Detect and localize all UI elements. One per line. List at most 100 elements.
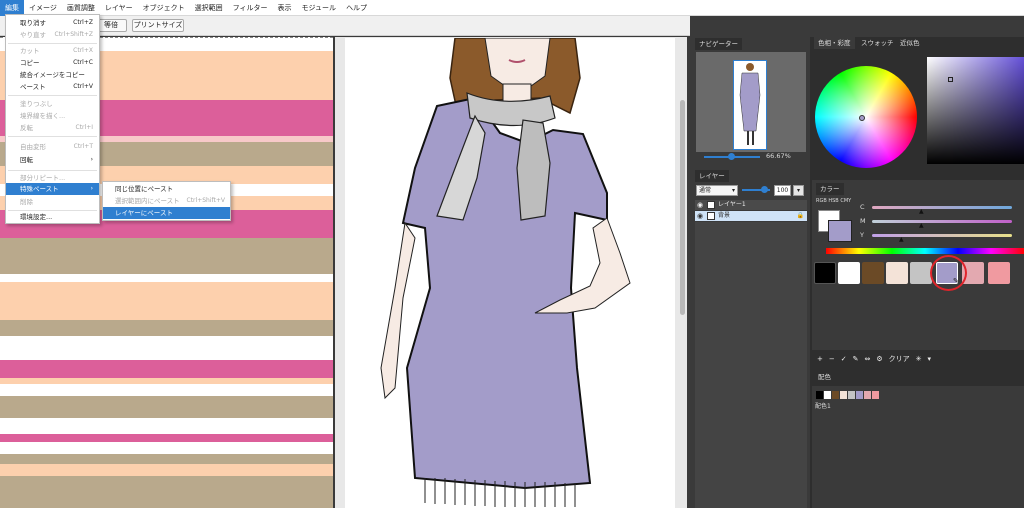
blend-mode-select[interactable]: 通常 ▾ <box>696 185 738 196</box>
fashion-illustration <box>380 38 631 507</box>
menu-copy[interactable]: コピー Ctrl+C <box>6 57 99 69</box>
navigator-thumbnail[interactable] <box>733 60 767 150</box>
stripe <box>0 360 333 378</box>
palette-color[interactable] <box>824 391 831 399</box>
palette-color[interactable] <box>816 391 823 399</box>
layer-thumbnail <box>707 212 715 220</box>
menu-selection[interactable]: 選択範囲 <box>190 0 228 16</box>
menu-fill[interactable]: 塗りつぶし <box>6 98 99 110</box>
eyedropper-icon[interactable]: ✎ <box>853 355 859 363</box>
menubar: 編集 イメージ 画質調整 レイヤー オブジェクト 選択範囲 フィルター 表示 モ… <box>0 0 1024 16</box>
zoom-slider-thumb[interactable] <box>728 153 735 160</box>
layer-name: 背景 <box>718 212 731 219</box>
menu-cut[interactable]: カット Ctrl+X <box>6 45 99 57</box>
tab-color[interactable]: カラー <box>816 183 844 195</box>
swap-icon[interactable]: ⇔ <box>865 355 871 363</box>
stripe <box>0 396 333 418</box>
menu-divider <box>8 136 97 137</box>
clear-button[interactable]: クリア <box>889 354 910 364</box>
opacity-input[interactable]: 100 <box>774 185 791 196</box>
swatch-toolbar: + − ✓ ✎ ⇔ ⚙ クリア ✳ ▾ <box>812 352 1024 366</box>
tab-similar-colors[interactable]: 近似色 <box>896 37 924 49</box>
tab-navigator[interactable]: ナビゲーター <box>695 38 742 50</box>
saturation-value-box[interactable] <box>927 57 1024 164</box>
tab-palette[interactable]: 配色 <box>814 371 835 383</box>
hue-spectrum-strip[interactable] <box>826 248 1024 254</box>
layer-row[interactable]: ◉ レイヤー1 <box>695 200 807 210</box>
chevron-right-icon: › <box>90 156 93 163</box>
canvas-scrollbar[interactable] <box>680 100 685 315</box>
menu-help[interactable]: ヘルプ <box>341 0 372 16</box>
sv-marker[interactable] <box>948 77 953 82</box>
print-size-button[interactable]: プリントサイズ <box>132 19 184 32</box>
toolbar: 等倍 プリントサイズ <box>0 16 690 36</box>
tab-layers[interactable]: レイヤー <box>695 170 729 182</box>
color-wheel-marker[interactable] <box>859 115 865 121</box>
tab-swatches[interactable]: スウォッチ <box>857 37 898 49</box>
eye-icon[interactable]: ◉ <box>697 200 703 210</box>
palette-color[interactable] <box>856 391 863 399</box>
menu-paste-into-selection[interactable]: 選択範囲内にペースト Ctrl+Shift+V <box>103 195 230 207</box>
opacity-dropdown-button[interactable]: ▾ <box>793 185 804 196</box>
stripe <box>0 476 333 508</box>
menu-free-transform[interactable]: 自由変形 Ctrl+T <box>6 141 99 153</box>
menu-delete[interactable]: 削除 <box>6 196 99 208</box>
eye-icon[interactable]: ◉ <box>697 211 703 221</box>
layer-row[interactable]: ◉ 背景 🔒 <box>695 211 807 221</box>
dropdown-icon[interactable]: ▾ <box>928 355 932 363</box>
menu-stroke[interactable]: 境界線を描く... <box>6 110 99 122</box>
swatch-gray[interactable] <box>910 262 932 284</box>
foreground-color-swatch[interactable] <box>828 220 852 242</box>
menu-paste-to-layer[interactable]: レイヤーにペースト <box>103 207 230 219</box>
palette-color[interactable] <box>832 391 839 399</box>
chevron-right-icon: › <box>90 185 93 192</box>
illustration-canvas[interactable] <box>345 38 675 508</box>
menu-module[interactable]: モジュール <box>297 0 342 16</box>
slider-c-thumb[interactable]: ▲ <box>919 208 924 215</box>
check-icon[interactable]: ✓ <box>841 355 847 363</box>
swatch-salmon[interactable] <box>988 262 1010 284</box>
palette-color[interactable] <box>864 391 871 399</box>
tab-hue-saturation[interactable]: 色相・彩度 <box>814 37 855 49</box>
menu-special-paste[interactable]: 特殊ペースト › <box>6 183 99 195</box>
swatch-brown[interactable] <box>862 262 884 284</box>
add-icon[interactable]: + <box>817 355 823 363</box>
zoom-control: 66.67% <box>696 152 806 162</box>
menu-filter[interactable]: フィルター <box>228 0 273 16</box>
menu-rotate[interactable]: 回転 › <box>6 154 99 166</box>
palette-set-name[interactable]: 配色1 <box>815 401 831 410</box>
menu-copy-merged[interactable]: 統合イメージをコピー <box>6 69 99 81</box>
menu-invert[interactable]: 反転 Ctrl+I <box>6 122 99 134</box>
slider-y-thumb[interactable]: ▲ <box>899 236 904 243</box>
opacity-slider-thumb[interactable] <box>761 186 768 193</box>
slider-m-thumb[interactable]: ▲ <box>919 222 924 229</box>
menu-redo[interactable]: やり直す Ctrl+Shift+Z <box>6 29 99 41</box>
slider-label-m: M <box>860 217 866 225</box>
sparkle-icon[interactable]: ✳ <box>916 355 922 363</box>
palette-color[interactable] <box>848 391 855 399</box>
menu-object[interactable]: オブジェクト <box>138 0 190 16</box>
menu-paste[interactable]: ペースト Ctrl+V <box>6 81 99 93</box>
palette-color[interactable] <box>840 391 847 399</box>
menu-paste-in-place[interactable]: 同じ位置にペースト <box>103 183 230 195</box>
scarf-tail-right <box>516 119 551 221</box>
swatch-white[interactable] <box>838 262 860 284</box>
menu-view[interactable]: 表示 <box>273 0 297 16</box>
slider-c-track[interactable] <box>872 206 1012 209</box>
palette-color[interactable] <box>872 391 879 399</box>
settings-icon[interactable]: ⚙ <box>876 355 882 363</box>
swatch-black[interactable] <box>814 262 836 284</box>
menu-divider <box>8 95 97 96</box>
zoom-value: 66.67% <box>766 152 791 160</box>
slider-m-track[interactable] <box>872 220 1012 223</box>
menu-preferences[interactable]: 環境設定... <box>6 211 99 223</box>
menu-undo[interactable]: 取り消す Ctrl+Z <box>6 17 99 29</box>
color-wheel[interactable] <box>815 66 917 168</box>
stripe <box>0 282 333 320</box>
minus-icon[interactable]: − <box>829 355 835 363</box>
menu-layer[interactable]: レイヤー <box>100 0 138 16</box>
slider-y-track[interactable] <box>872 234 1012 237</box>
color-mode-tabs[interactable]: RGB HSB CMY <box>816 198 851 204</box>
swatch-skin[interactable] <box>886 262 908 284</box>
stripe <box>0 418 333 434</box>
